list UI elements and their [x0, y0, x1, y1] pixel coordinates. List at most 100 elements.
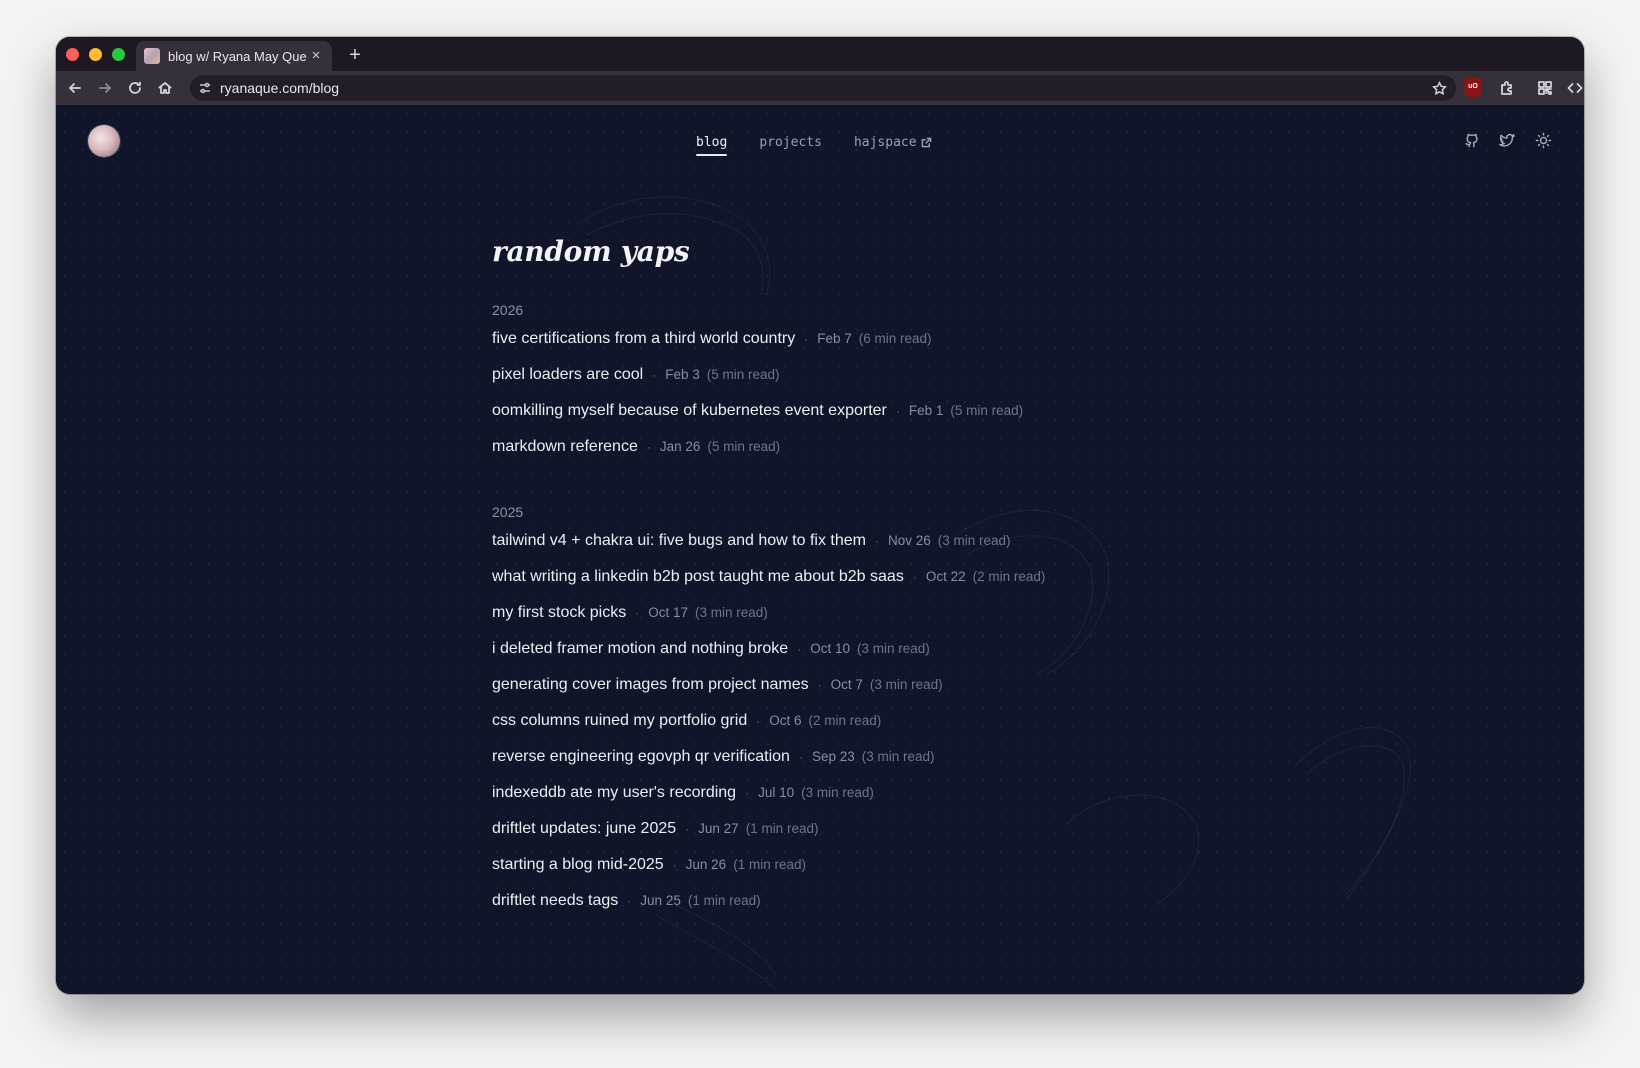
close-window-button[interactable]: [66, 48, 79, 61]
browser-window: blog w/ Ryana May Que × + ryanaque.com/b…: [56, 37, 1584, 994]
separator-dot: ·: [646, 440, 651, 454]
post-title-link[interactable]: generating cover images from project nam…: [492, 676, 809, 694]
separator-dot: ·: [627, 894, 632, 908]
avatar[interactable]: [88, 125, 120, 157]
post-date: Feb 7: [817, 331, 852, 346]
minimize-window-button[interactable]: [89, 48, 102, 61]
post-date: Oct 22: [925, 569, 966, 584]
post-title-link[interactable]: oomkilling myself because of kubernetes …: [492, 402, 887, 420]
forward-button[interactable]: [94, 77, 116, 99]
post-list-item: generating cover images from project nam…: [492, 676, 1192, 712]
nav-item-label: projects: [759, 135, 822, 150]
post-date: Jul 10: [758, 785, 795, 800]
post-list-item: five certifications from a third world c…: [492, 330, 1192, 366]
nav-item-projects[interactable]: projects: [759, 135, 822, 156]
post-date: Oct 6: [769, 713, 802, 728]
post-list-item: driftlet needs tags · Jun 25 (1 min read): [492, 892, 1192, 928]
post-list-item: oomkilling myself because of kubernetes …: [492, 402, 1192, 438]
separator-dot: ·: [804, 332, 809, 346]
post-title-link[interactable]: my first stock picks: [492, 604, 626, 622]
post-list-item: reverse engineering egovph qr verificati…: [492, 748, 1192, 784]
post-list-item: what writing a linkedin b2b post taught …: [492, 568, 1192, 604]
nav-item-label: hajspace: [853, 135, 917, 150]
post-read-time: (1 min read): [745, 821, 819, 836]
tab-strip: blog w/ Ryana May Que × +: [56, 37, 1584, 71]
post-title-link[interactable]: reverse engineering egovph qr verificati…: [492, 748, 790, 766]
post-date: Feb 1: [908, 403, 944, 418]
maximize-window-button[interactable]: [112, 48, 125, 61]
post-read-time: (2 min read): [972, 569, 1046, 584]
post-date: Jan 26: [659, 439, 701, 454]
qr-code-icon: [1538, 81, 1552, 95]
year-heading: 2026: [492, 302, 524, 318]
separator-dot: ·: [797, 642, 802, 656]
devtools-button[interactable]: [1564, 77, 1584, 99]
post-title-link[interactable]: pixel loaders are cool: [492, 366, 643, 384]
post-read-time: (3 min read): [801, 785, 874, 800]
post-read-time: (5 min read): [706, 367, 780, 382]
puzzle-icon: [1501, 81, 1512, 95]
post-date: Feb 3: [665, 367, 700, 382]
bookmark-star-icon[interactable]: [1430, 79, 1448, 97]
github-icon[interactable]: [1460, 129, 1482, 151]
post-read-time: (2 min read): [808, 713, 882, 728]
nav-item-blog[interactable]: blog: [696, 135, 728, 156]
post-read-time: (6 min read): [858, 331, 932, 346]
separator-dot: ·: [912, 570, 917, 584]
separator-dot: ·: [756, 714, 761, 728]
post-title-link[interactable]: css columns ruined my portfolio grid: [492, 712, 747, 730]
post-title-link[interactable]: tailwind v4 + chakra ui: five bugs and h…: [492, 532, 866, 550]
post-title-link[interactable]: starting a blog mid-2025: [492, 856, 664, 874]
post-sections: 2026 five certifications from a third wor…: [492, 302, 1192, 928]
post-title-link[interactable]: driftlet needs tags: [492, 892, 618, 910]
post-title-link[interactable]: markdown reference: [492, 438, 638, 456]
post-date: Oct 7: [830, 677, 863, 692]
post-title-link[interactable]: indexeddb ate my user's recording: [492, 784, 736, 802]
close-tab-icon[interactable]: ×: [308, 48, 324, 64]
page-title: random yaps: [492, 235, 690, 268]
post-read-time: (3 min read): [869, 677, 943, 692]
year-heading: 2025: [492, 504, 524, 520]
new-tab-button[interactable]: +: [343, 43, 367, 67]
arrow-left-icon: [69, 83, 81, 93]
separator-dot: ·: [672, 858, 677, 872]
blog-content: random yaps 2026 five certifications from…: [492, 235, 1192, 928]
home-button[interactable]: [154, 77, 176, 99]
post-title-link[interactable]: what writing a linkedin b2b post taught …: [492, 568, 904, 586]
post-date: Sep 23: [811, 749, 855, 764]
nav-item-hajspace[interactable]: hajspace: [854, 135, 932, 156]
arrow-right-icon: [99, 83, 111, 93]
address-url[interactable]: ryanaque.com/blog: [220, 80, 339, 96]
qr-code-button[interactable]: [1534, 77, 1556, 99]
post-title-link[interactable]: five certifications from a third world c…: [492, 330, 795, 348]
post-title-link[interactable]: i deleted framer motion and nothing brok…: [492, 640, 788, 658]
post-read-time: (3 min read): [861, 749, 935, 764]
reload-button[interactable]: [124, 77, 146, 99]
address-bar[interactable]: ryanaque.com/blog: [190, 75, 1456, 101]
separator-dot: ·: [817, 678, 822, 692]
extensions-button[interactable]: [1496, 77, 1518, 99]
post-list-item: driftlet updates: june 2025 · Jun 27 (1 min…: [492, 820, 1192, 856]
post-date: Oct 10: [810, 641, 850, 656]
post-list-item: my first stock picks · Oct 17 (3 min read): [492, 604, 1192, 640]
post-read-time: (5 min read): [950, 403, 1024, 418]
post-list-item: indexeddb ate my user's recording · Jul 10…: [492, 784, 1192, 820]
post-read-time: (1 min read): [687, 893, 761, 908]
site-info-icon[interactable]: [190, 81, 220, 95]
browser-tab[interactable]: blog w/ Ryana May Que ×: [136, 41, 332, 71]
tab-title: blog w/ Ryana May Que: [168, 48, 307, 64]
post-title-link[interactable]: driftlet updates: june 2025: [492, 820, 676, 838]
code-icon: [1567, 83, 1583, 93]
sun-icon[interactable]: [1532, 129, 1554, 151]
separator-dot: ·: [635, 606, 640, 620]
post-list-item: pixel loaders are cool · Feb 3 (5 min read): [492, 366, 1192, 402]
twitter-icon[interactable]: [1496, 129, 1518, 151]
ublock-extension-icon[interactable]: uO: [1464, 78, 1482, 98]
post-read-time: (3 min read): [856, 641, 930, 656]
separator-dot: ·: [895, 404, 900, 418]
post-list-item: css columns ruined my portfolio grid · Oct…: [492, 712, 1192, 748]
separator-dot: ·: [745, 786, 750, 800]
separator-dot: ·: [685, 822, 690, 836]
post-read-time: (5 min read): [707, 439, 781, 454]
back-button[interactable]: [64, 77, 86, 99]
